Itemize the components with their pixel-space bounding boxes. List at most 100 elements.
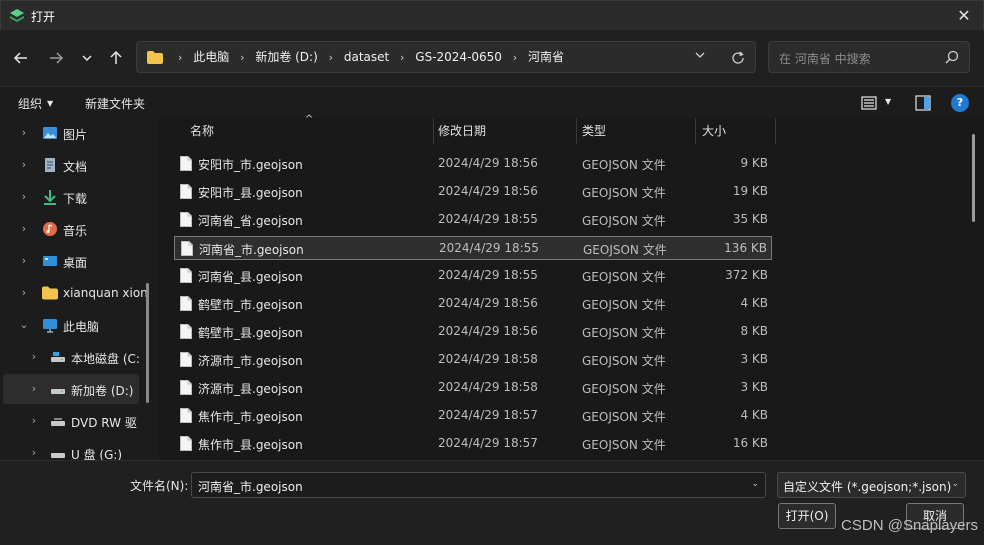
sidebar-item-user-folder[interactable]: › xianquan xion	[0, 278, 148, 308]
folder-icon	[42, 286, 58, 300]
file-size: 4 KB	[740, 408, 768, 422]
file-row[interactable]: 鹤壁市_县.geojson 2024/4/29 18:56 GEOJSON 文件 8 …	[174, 320, 772, 344]
file-row[interactable]: 焦作市_市.geojson 2024/4/29 18:57 GEOJSON 文件 4 …	[174, 404, 772, 428]
chevron-right-icon[interactable]: ›	[513, 43, 517, 73]
file-row[interactable]: 济源市_市.geojson 2024/4/29 18:58 GEOJSON 文件 3 …	[174, 348, 772, 372]
file-modified-date: 2024/4/29 18:55	[439, 241, 539, 255]
column-divider[interactable]	[576, 118, 577, 144]
chevron-right-icon[interactable]: ›	[28, 414, 40, 427]
file-list: ^ 名称 修改日期 类型 大小 安阳市_市.geojson 2024/4/29 1…	[158, 114, 984, 460]
sidebar-item-documents[interactable]: › 文档	[0, 150, 148, 180]
back-button[interactable]	[9, 46, 33, 70]
open-button[interactable]: 打开(O)	[778, 503, 836, 529]
sort-ascending-icon: ^	[305, 114, 314, 125]
preview-pane-icon[interactable]	[914, 94, 932, 112]
chevron-right-icon[interactable]: ›	[240, 43, 244, 73]
chevron-right-icon[interactable]: ›	[18, 158, 30, 171]
breadcrumb-this-pc[interactable]: 此电脑	[193, 42, 229, 72]
sidebar-item-downloads[interactable]: › 下载	[0, 182, 148, 212]
file-row[interactable]: 安阳市_县.geojson 2024/4/29 18:56 GEOJSON 文件 19…	[174, 180, 772, 204]
file-name: 鹤壁市_县.geojson	[198, 326, 303, 340]
column-header-date[interactable]: 修改日期	[438, 118, 486, 144]
file-name: 安阳市_市.geojson	[198, 158, 303, 172]
sidebar-item-pictures[interactable]: › 图片	[0, 118, 148, 148]
chevron-right-icon[interactable]: ›	[18, 286, 30, 299]
breadcrumb-drive-d[interactable]: 新加卷 (D:)	[255, 42, 317, 72]
chevron-right-icon[interactable]: ›	[18, 222, 30, 235]
download-icon	[44, 190, 56, 205]
file-modified-date: 2024/4/29 18:55	[438, 268, 538, 282]
computer-icon	[43, 319, 57, 333]
chevron-right-icon[interactable]: ›	[18, 254, 30, 267]
chevron-down-icon[interactable]: ⌄	[751, 479, 759, 489]
file-icon	[180, 156, 192, 171]
column-header-type[interactable]: 类型	[582, 118, 606, 144]
file-row[interactable]: 焦作市_县.geojson 2024/4/29 18:57 GEOJSON 文件 16…	[174, 432, 772, 456]
sidebar-item-desktop[interactable]: › 桌面	[0, 246, 148, 276]
column-divider[interactable]	[433, 118, 434, 144]
navigation-pane: › 图片 › 文档 › 下载 › 音乐 › 桌面 › xianquan xion…	[0, 118, 158, 460]
sidebar-item-music[interactable]: › 音乐	[0, 214, 148, 244]
file-row[interactable]: 河南省_县.geojson 2024/4/29 18:55 GEOJSON 文件 37…	[174, 264, 772, 288]
chevron-down-icon[interactable]: ⌄	[951, 479, 959, 489]
new-folder-button[interactable]: 新建文件夹	[85, 95, 145, 112]
sidebar-item-label: xianquan xion	[63, 286, 148, 300]
chevron-right-icon[interactable]: ›	[400, 43, 404, 73]
sidebar-item-dvd-drive[interactable]: › DVD RW 驱	[0, 406, 148, 436]
sidebar-item-label: DVD RW 驱	[71, 416, 137, 430]
organize-menu-button[interactable]: 组织 ▼	[18, 95, 53, 112]
file-row[interactable]: 济源市_县.geojson 2024/4/29 18:58 GEOJSON 文件 3 …	[174, 376, 772, 400]
file-row[interactable]: 安阳市_市.geojson 2024/4/29 18:56 GEOJSON 文件 9 …	[174, 152, 772, 176]
chevron-right-icon[interactable]: ›	[28, 446, 40, 459]
help-icon[interactable]: ?	[951, 94, 969, 112]
refresh-icon	[732, 51, 744, 64]
view-options-icon[interactable]	[860, 94, 878, 112]
chevron-right-icon[interactable]: ›	[28, 350, 40, 363]
chevron-down-icon[interactable]: ⌄	[18, 318, 30, 331]
forward-button[interactable]	[44, 46, 68, 70]
file-modified-date: 2024/4/29 18:55	[438, 212, 538, 226]
filename-field[interactable]: 河南省_市.geojson ⌄	[191, 472, 766, 498]
search-input[interactable]: 在 河南省 中搜索	[768, 41, 970, 73]
breadcrumb-dataset[interactable]: dataset	[344, 42, 389, 72]
close-button[interactable]: ✕	[953, 5, 975, 27]
file-row[interactable]: 鹤壁市_市.geojson 2024/4/29 18:56 GEOJSON 文件 4 …	[174, 292, 772, 316]
chevron-right-icon[interactable]: ›	[329, 43, 333, 73]
column-divider[interactable]	[775, 118, 776, 144]
chevron-right-icon[interactable]: ›	[18, 126, 30, 139]
file-name: 河南省_市.geojson	[199, 243, 304, 257]
file-modified-date: 2024/4/29 18:56	[438, 296, 538, 310]
address-history-dropdown[interactable]	[693, 50, 707, 64]
file-icon	[180, 296, 192, 311]
column-header-size[interactable]: 大小	[702, 118, 726, 144]
file-type-filter-select[interactable]: 自定义文件 (*.geojson;*.json) ⌄	[777, 472, 966, 498]
sidebar-item-drive-c[interactable]: › 本地磁盘 (C:	[0, 342, 148, 372]
file-type: GEOJSON 文件	[582, 382, 666, 396]
file-modified-date: 2024/4/29 18:56	[438, 184, 538, 198]
file-row[interactable]: 河南省_市.geojson 2024/4/29 18:55 GEOJSON 文件 13…	[174, 236, 772, 260]
file-modified-date: 2024/4/29 18:58	[438, 380, 538, 394]
file-name: 济源市_市.geojson	[198, 354, 303, 368]
file-size: 19 KB	[732, 184, 768, 198]
sidebar-item-label: 文档	[63, 160, 88, 174]
sidebar-scrollbar[interactable]	[146, 283, 149, 403]
filename-value[interactable]: 河南省_市.geojson	[198, 478, 303, 495]
column-header-name[interactable]: 名称	[190, 118, 214, 144]
refresh-button[interactable]	[727, 47, 749, 69]
chevron-right-icon[interactable]: ›	[18, 190, 30, 203]
file-row[interactable]: 河南省_省.geojson 2024/4/29 18:55 GEOJSON 文件 35…	[174, 208, 772, 232]
breadcrumb-gs-2024-0650[interactable]: GS-2024-0650	[415, 42, 502, 72]
column-divider[interactable]	[695, 118, 696, 144]
recent-locations-button[interactable]	[75, 46, 99, 70]
file-type: GEOJSON 文件	[582, 214, 666, 228]
file-icon	[180, 436, 192, 451]
sidebar-item-this-pc[interactable]: ⌄ 此电脑	[0, 310, 148, 340]
breadcrumb-henan[interactable]: 河南省	[528, 42, 564, 72]
caret-down-icon[interactable]: ▼	[885, 97, 891, 106]
sidebar-item-usb-drive[interactable]: › U 盘 (G:)	[0, 438, 148, 460]
sidebar-item-drive-d[interactable]: › 新加卷 (D:)	[3, 374, 139, 404]
address-bar[interactable]: › 此电脑 › 新加卷 (D:) › dataset › GS-2024-065…	[136, 41, 756, 73]
up-button[interactable]	[104, 46, 128, 70]
chevron-right-icon[interactable]: ›	[28, 382, 40, 395]
file-list-scrollbar[interactable]	[972, 134, 975, 222]
